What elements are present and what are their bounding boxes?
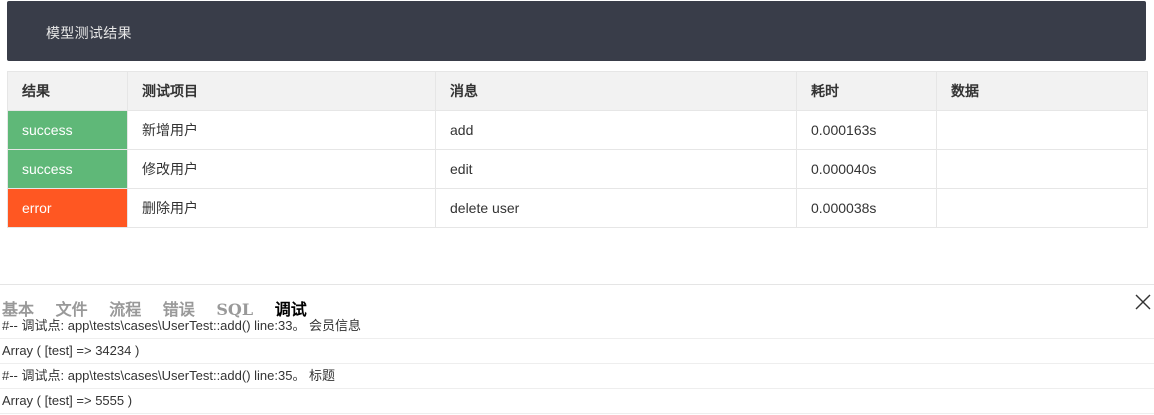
message-cell: add bbox=[435, 110, 797, 150]
time-cell: 0.000163s bbox=[796, 110, 937, 150]
test-item-cell: 新增用户 bbox=[127, 110, 436, 150]
header-bar: 模型测试结果 bbox=[7, 1, 1146, 61]
data-cell bbox=[936, 149, 1148, 189]
trace-panel: 基本 文件 流程 错误 SQL 调试 #-- 调试点: app\tests\ca… bbox=[0, 284, 1154, 415]
column-header-result: 结果 bbox=[7, 71, 128, 111]
results-table: 结果 测试项目 消息 耗时 数据 success 新增用户 add 0.0001… bbox=[7, 71, 1148, 228]
close-icon bbox=[1135, 294, 1151, 310]
data-cell bbox=[936, 110, 1148, 150]
trace-line: Array ( [test] => 34234 ) bbox=[0, 339, 1154, 364]
column-header-test-item: 测试项目 bbox=[127, 71, 436, 111]
time-cell: 0.000040s bbox=[796, 149, 937, 189]
column-header-message: 消息 bbox=[435, 71, 797, 111]
table-header-row: 结果 测试项目 消息 耗时 数据 bbox=[7, 71, 1148, 111]
status-badge: success bbox=[7, 149, 128, 189]
message-cell: edit bbox=[435, 149, 797, 189]
test-item-cell: 修改用户 bbox=[127, 149, 436, 189]
page: 模型测试结果 结果 测试项目 消息 耗时 数据 success 新增用户 add bbox=[0, 0, 1154, 415]
message-cell: delete user bbox=[435, 188, 797, 228]
table-row: error 删除用户 delete user 0.000038s bbox=[7, 188, 1148, 228]
column-header-data: 数据 bbox=[936, 71, 1148, 111]
table-row: success 修改用户 edit 0.000040s bbox=[7, 149, 1148, 189]
column-header-time: 耗时 bbox=[796, 71, 937, 111]
close-button[interactable] bbox=[1134, 293, 1152, 311]
trace-line: Array ( [test] => 5555 ) bbox=[0, 389, 1154, 414]
trace-log: #-- 调试点: app\tests\cases\UserTest::add()… bbox=[0, 314, 1154, 414]
status-badge: success bbox=[7, 110, 128, 150]
trace-line: #-- 调试点: app\tests\cases\UserTest::add()… bbox=[0, 364, 1154, 389]
test-item-cell: 删除用户 bbox=[127, 188, 436, 228]
data-cell bbox=[936, 188, 1148, 228]
table-row: success 新增用户 add 0.000163s bbox=[7, 110, 1148, 150]
status-badge: error bbox=[7, 188, 128, 228]
page-title: 模型测试结果 bbox=[46, 25, 132, 41]
time-cell: 0.000038s bbox=[796, 188, 937, 228]
trace-line: #-- 调试点: app\tests\cases\UserTest::add()… bbox=[0, 314, 1154, 339]
